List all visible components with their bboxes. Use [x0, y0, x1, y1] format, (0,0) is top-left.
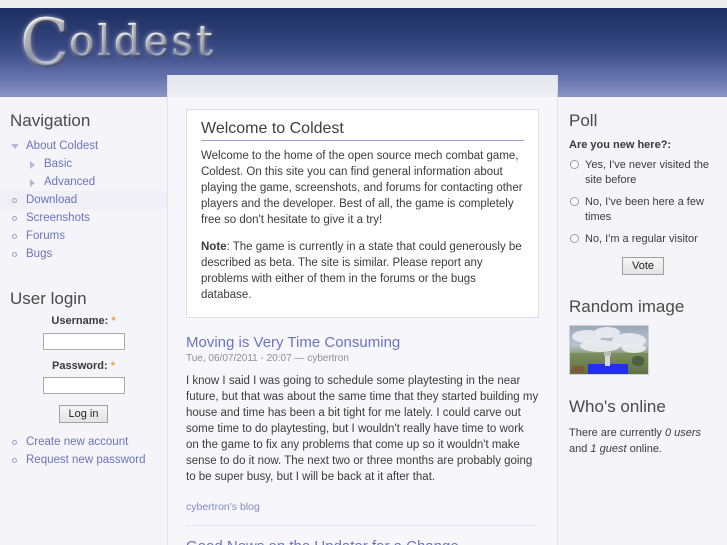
user-login-title: User login	[10, 289, 87, 308]
request-new-password-link[interactable]: Request new password	[26, 454, 146, 466]
password-label-text: Password:	[52, 359, 108, 372]
triangle-down-icon	[11, 144, 19, 149]
cloud-shape	[580, 340, 620, 352]
sidebar-item-advanced[interactable]: Advanced	[0, 173, 167, 191]
sidebar-link-bugs[interactable]: Bugs	[26, 248, 52, 260]
right-sidebar: Poll Are you new here?: Yes, I've never …	[559, 97, 727, 545]
username-form-item: Username: *	[0, 315, 167, 350]
blog-post: Moving is Very Time Consuming Tue, 06/07…	[186, 334, 539, 525]
vote-button[interactable]: Vote	[621, 257, 665, 275]
welcome-paragraph-1: Welcome to the home of the open source m…	[201, 150, 523, 226]
log-in-button[interactable]: Log in	[58, 405, 109, 423]
whos-online-title: Who's online	[569, 397, 666, 416]
username-input[interactable]	[42, 332, 125, 350]
page-root: Coldest Coldest Navigation About Coldest…	[0, 0, 727, 545]
logo-initial: C	[20, 8, 69, 80]
welcome-title: Welcome to Coldest	[201, 120, 524, 141]
welcome-note: Note: The game is currently in a state t…	[201, 239, 524, 303]
navigation-list: About Coldest Basic Advanced Download Sc…	[0, 137, 167, 263]
post-title-link[interactable]: Moving is Very Time Consuming	[186, 334, 539, 351]
poll-question: Are you new here?:	[569, 139, 672, 151]
circle-bullet-icon	[12, 234, 17, 239]
sidebar-link-about-coldest[interactable]: About Coldest	[26, 140, 98, 152]
triangle-right-icon	[30, 161, 35, 169]
post-body: I know I said I was going to schedule so…	[186, 375, 539, 483]
poll-option-label: No, I've been here a few times	[585, 196, 704, 223]
mech-head-shape	[604, 352, 611, 356]
logo-rest: oldest	[68, 16, 216, 65]
circle-bullet-icon	[12, 458, 17, 463]
whos-online-users-count: 0 users	[664, 427, 702, 439]
cloud-shape	[622, 344, 646, 353]
whos-online-suffix: online.	[626, 443, 662, 455]
sidebar-link-screenshots[interactable]: Screenshots	[26, 212, 90, 224]
vote-button-row: Vote	[569, 256, 717, 275]
post-links: cybertron's blog	[186, 501, 539, 513]
welcome-note-label: Note	[201, 241, 227, 253]
whos-online-mid: and	[569, 443, 591, 455]
circle-bullet-icon	[12, 216, 17, 221]
poll-option[interactable]: No, I'm a regular visitor	[569, 232, 717, 254]
username-label-text: Username:	[51, 315, 109, 327]
navigation-block-title: Navigation	[10, 111, 91, 130]
login-button-row: Log in	[0, 404, 167, 423]
foreground-detail-shape	[572, 366, 584, 373]
main-content: Welcome to Coldest Welcome to the home o…	[168, 97, 557, 545]
create-new-account-link[interactable]: Create new account	[26, 436, 128, 448]
login-links-list: Create new account Request new password	[0, 433, 167, 469]
top-strip	[0, 0, 727, 8]
sidebar-item-bugs[interactable]: Bugs	[0, 245, 167, 263]
circle-bullet-icon	[12, 252, 17, 257]
whos-online-block: Who's online There are currently 0 users…	[569, 397, 717, 457]
poll-option[interactable]: No, I've been here a few times	[569, 195, 717, 232]
welcome-note-text: : The game is currently in a state that …	[201, 241, 522, 301]
password-label: Password: *	[0, 360, 167, 372]
sidebar-item-basic[interactable]: Basic	[0, 155, 167, 173]
poll-option[interactable]: Yes, I've never visited the site before	[569, 158, 717, 195]
whos-online-text: There are currently 0 users and 1 guest …	[569, 425, 717, 457]
sidebar-link-advanced[interactable]: Advanced	[44, 176, 95, 188]
username-label: Username: *	[0, 315, 167, 327]
password-form-item: Password: *	[0, 360, 167, 394]
required-marker: *	[111, 315, 116, 327]
radio-button-icon[interactable]	[570, 160, 579, 169]
radio-button-icon[interactable]	[570, 197, 579, 206]
blog-post: Good News on the Updater for a Change Sa…	[186, 525, 539, 545]
post-title-link[interactable]: Good News on the Updater for a Change	[186, 538, 539, 545]
required-marker: *	[110, 359, 115, 372]
site-logo[interactable]: Coldest	[20, 11, 216, 75]
circle-bullet-icon	[12, 440, 17, 445]
whos-online-prefix: There are currently	[569, 427, 665, 439]
sidebar-item-about-coldest[interactable]: About Coldest	[0, 137, 167, 155]
poll-option-label: No, I'm a regular visitor	[585, 233, 698, 245]
poll-block-title: Poll	[569, 111, 598, 130]
password-input[interactable]	[42, 377, 125, 394]
random-image-block: Random image	[569, 297, 717, 375]
rock-shape	[632, 356, 644, 366]
random-image-title: Random image	[569, 297, 685, 316]
sidebar-link-forums[interactable]: Forums	[26, 230, 65, 242]
login-link-item-request-password[interactable]: Request new password	[0, 451, 167, 469]
post-submitted-meta: Tue, 06/07/2011 - 20:07 — cybertron	[186, 353, 349, 364]
left-sidebar: Navigation About Coldest Basic Advanced …	[0, 97, 167, 545]
sidebar-item-screenshots[interactable]: Screenshots	[0, 209, 167, 227]
login-link-item-create-account[interactable]: Create new account	[0, 433, 167, 451]
post-blog-link[interactable]: cybertron's blog	[186, 501, 260, 513]
welcome-box: Welcome to Coldest Welcome to the home o…	[186, 109, 539, 318]
sidebar-item-download[interactable]: Download	[0, 191, 167, 209]
sidebar-item-forums[interactable]: Forums	[0, 227, 167, 245]
center-panel-cap	[167, 75, 558, 97]
sidebar-link-download[interactable]: Download	[26, 194, 77, 206]
poll-option-label: Yes, I've never visited the site before	[585, 159, 709, 186]
user-login-block: User login Username: * Password: * Log i…	[0, 289, 167, 469]
circle-bullet-icon	[12, 198, 17, 203]
radio-button-icon[interactable]	[570, 234, 579, 243]
sidebar-link-basic[interactable]: Basic	[44, 158, 72, 170]
random-image-thumbnail[interactable]	[569, 325, 649, 375]
whos-online-guests-count: 1 guest	[590, 443, 627, 455]
triangle-right-icon	[30, 179, 35, 187]
